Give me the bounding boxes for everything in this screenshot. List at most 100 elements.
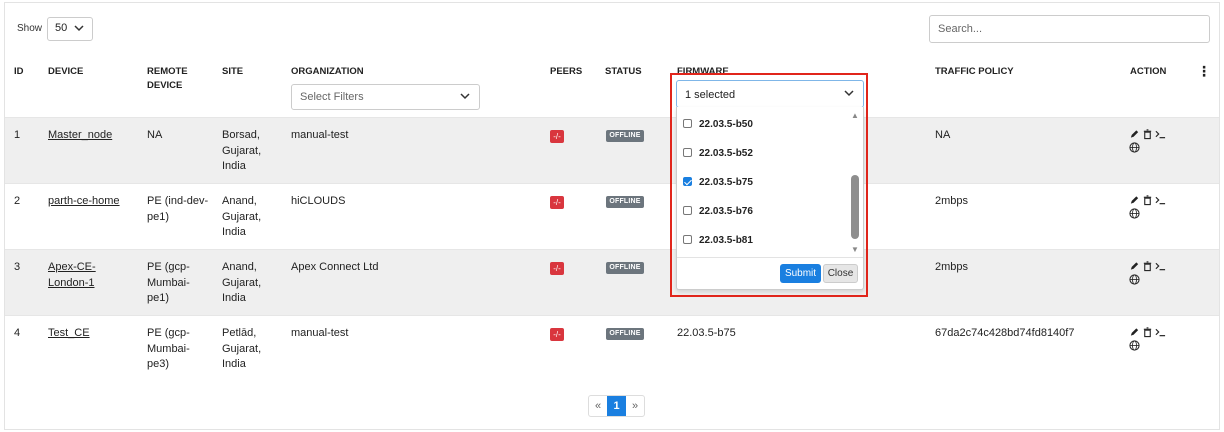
close-button[interactable]: Close (823, 264, 858, 283)
checkbox[interactable] (683, 234, 692, 244)
terminal-icon[interactable] (1155, 260, 1166, 272)
globe-icon[interactable] (1129, 274, 1140, 285)
scrollbar-thumb[interactable] (851, 175, 859, 239)
cell-organization: manual-test (291, 129, 349, 141)
cell-traffic-policy: 2mbps (935, 261, 969, 273)
remote-device-line: Mumbai- (147, 342, 190, 355)
pagination-next-button[interactable]: » (626, 396, 644, 416)
checkbox[interactable] (683, 118, 692, 128)
pagination-page-button[interactable]: 1 (607, 396, 626, 416)
site-line: Gujarat, (222, 276, 262, 289)
header-status[interactable]: STATUS (605, 65, 642, 79)
header-peers[interactable]: PEERS (550, 65, 582, 79)
header-site[interactable]: SITE (222, 65, 243, 79)
checkbox[interactable] (683, 205, 692, 215)
checkbox[interactable] (683, 176, 692, 186)
firmware-option[interactable]: 22.03.5-b81 (683, 234, 753, 249)
cell-id: 1 (14, 129, 21, 141)
firmware-option[interactable]: 22.03.5-b50 (683, 118, 753, 133)
cell-site: Anand, Gujarat, India (222, 194, 277, 241)
edit-icon[interactable] (1129, 194, 1140, 206)
row-actions (1129, 194, 1179, 219)
scroll-up-icon[interactable]: ▲ (851, 111, 859, 120)
firmware-filter-value: 1 selected (685, 89, 736, 101)
firmware-option-label: 22.03.5-b81 (699, 235, 753, 246)
cell-organization: hiCLOUDS (291, 195, 346, 207)
header-organization[interactable]: ORGANIZATION (291, 65, 364, 79)
cell-traffic-policy: 2mbps (935, 195, 969, 207)
header-remote-device[interactable]: REMOTE DEVICE (147, 65, 207, 93)
search-input[interactable] (929, 15, 1210, 43)
device-link[interactable]: parth-ce-home (48, 195, 120, 207)
site-line: Gujarat, (222, 144, 262, 157)
cell-remote-device: NA (147, 128, 209, 144)
cell-remote-device: PE (gcp- Mumbai-pe3) (147, 326, 209, 373)
globe-icon[interactable] (1129, 142, 1140, 153)
scroll-down-icon[interactable]: ▼ (851, 245, 859, 254)
remote-device-line: PE (gcp- (147, 261, 190, 273)
edit-icon[interactable] (1129, 128, 1140, 140)
row-actions (1129, 128, 1179, 153)
globe-icon[interactable] (1129, 208, 1140, 219)
header-traffic-policy[interactable]: TRAFFIC POLICY (935, 65, 1014, 79)
firmware-option-label: 22.03.5-b75 (699, 177, 753, 188)
row-actions (1129, 260, 1179, 285)
column-menu-icon[interactable]: ⋮ (1197, 63, 1211, 80)
table-row: 4 Test_CE PE (gcp- Mumbai-pe3) Petlād, Gujara… (5, 315, 1219, 381)
chevron-down-icon (74, 25, 84, 32)
terminal-icon[interactable] (1155, 128, 1166, 140)
firmware-option[interactable]: 22.03.5-b75 (683, 176, 753, 191)
firmware-option-label: 22.03.5-b52 (699, 148, 753, 159)
delete-icon[interactable] (1142, 194, 1153, 206)
device-link[interactable]: Apex-CE-London-1 (48, 261, 96, 289)
peers-badge[interactable]: -/- (550, 262, 564, 275)
firmware-option[interactable]: 22.03.5-b52 (683, 147, 753, 162)
status-badge: OFFLINE (606, 196, 644, 208)
checkbox[interactable] (683, 147, 692, 157)
remote-device-line: Mumbai- (147, 276, 190, 289)
delete-icon[interactable] (1142, 260, 1153, 272)
device-link[interactable]: Test_CE (48, 327, 90, 339)
firmware-filter-select[interactable]: 1 selected (676, 80, 864, 108)
page-size-value: 50 (55, 22, 68, 34)
terminal-icon[interactable] (1155, 326, 1166, 338)
submit-button[interactable]: Submit (780, 264, 821, 283)
organization-filter-select[interactable]: Select Filters (291, 84, 480, 110)
cell-remote-device: PE (gcp- Mumbai-pe1) (147, 260, 209, 307)
site-line: India (222, 160, 246, 172)
header-device[interactable]: DEVICE (48, 65, 83, 79)
site-line: Anand, (222, 261, 257, 273)
peers-badge[interactable]: -/- (550, 130, 564, 143)
site-line: Anand, (222, 195, 257, 207)
edit-icon[interactable] (1129, 326, 1140, 338)
peers-badge[interactable]: -/- (550, 328, 564, 341)
delete-icon[interactable] (1142, 326, 1153, 338)
status-badge: OFFLINE (606, 130, 644, 142)
device-link[interactable]: Master_node (48, 129, 112, 141)
firmware-option-label: 22.03.5-b76 (699, 206, 753, 217)
organization-filter-placeholder: Select Filters (300, 91, 364, 103)
cell-id: 2 (14, 195, 21, 207)
delete-icon[interactable] (1142, 128, 1153, 140)
cell-id: 3 (14, 261, 21, 273)
firmware-option-label: 22.03.5-b50 (699, 119, 753, 130)
status-badge: OFFLINE (606, 262, 644, 274)
cell-traffic-policy: NA (935, 129, 951, 141)
site-line: Gujarat, (222, 342, 262, 355)
peers-badge[interactable]: -/- (550, 196, 564, 209)
edit-icon[interactable] (1129, 260, 1140, 272)
status-badge: OFFLINE (606, 328, 644, 340)
remote-device-line: PE (gcp- (147, 327, 190, 339)
pagination-prev-button[interactable]: « (589, 396, 607, 416)
header-id[interactable]: ID (14, 65, 24, 79)
site-line: India (222, 226, 246, 238)
divider (677, 257, 863, 258)
page-size-select[interactable]: 50 (47, 17, 93, 41)
site-line: Petlād, (222, 327, 257, 339)
terminal-icon[interactable] (1155, 194, 1166, 206)
remote-device-line: pe1) (147, 292, 170, 304)
cell-firmware: 22.03.5-b75 (677, 327, 736, 339)
globe-icon[interactable] (1129, 340, 1140, 351)
cell-id: 4 (14, 327, 21, 339)
firmware-option[interactable]: 22.03.5-b76 (683, 205, 753, 220)
